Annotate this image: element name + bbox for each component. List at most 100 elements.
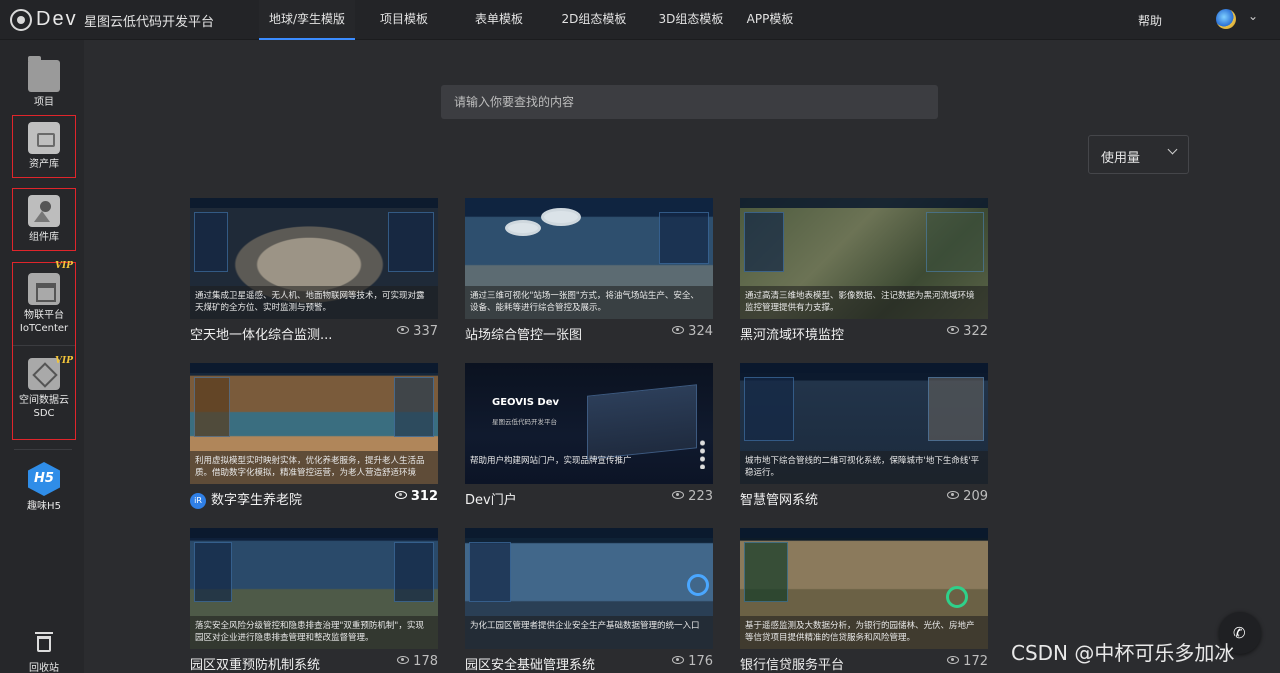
sidebar-item-label: 趣味H5 [27,501,61,512]
thumb-panel [194,542,232,602]
app-title: 星图云低代码开发平台 [84,15,215,30]
tab-3d-templates[interactable]: 3D组态模板 [643,0,739,40]
tab-app-templates[interactable]: APP模板 [739,0,801,40]
sidebar-item-iot-center[interactable]: VIP 物联平台 IoTCenter [13,261,75,335]
view-count: 209 [963,489,988,504]
card-title: 黑河流域环境监控 [740,328,845,343]
thumb-panel [394,377,434,437]
sidebar-item-label: 回收站 [29,663,59,673]
thumb-panel [394,542,434,602]
thumb-panel [928,377,984,441]
card-views: 324 [672,324,713,339]
card-description: 利用虚拟模型实时映射实体，优化养老服务，提升老人生活品质。借助数字化模拟，精准管… [190,451,438,484]
card-thumbnail: 通过高清三维地表模型、影像数据、注记数据为黑河流域环境监控管理提供有力支撑。 [740,198,988,319]
sidebar-vip-group: VIP 物联平台 IoTCenter VIP 空间数据云 SDC [12,261,76,440]
sidebar-item-projects[interactable]: 项目 [12,54,76,108]
sidebar-item-recycle-bin[interactable]: 回收站 [12,632,76,673]
vip-badge: VIP [55,356,73,366]
card-description: 落实安全风险分级管控和隐患排查治理"双重预防机制"，实现园区对企业进行隐患排查管… [190,616,438,649]
thumb-panel [744,377,794,441]
card-thumbnail: 通过三维可视化"站场一张图"方式，将油气场站生产、安全、设备、能耗等进行综合管控… [465,198,713,319]
app-logo[interactable]: Dev [10,8,78,31]
template-card[interactable]: 通过三维可视化"站场一张图"方式，将油气场站生产、安全、设备、能耗等进行综合管控… [465,198,713,343]
card-views: 178 [397,654,438,669]
card-thumbnail: 落实安全风险分级管控和隐患排查治理"双重预防机制"，实现园区对企业进行隐患排查管… [190,528,438,649]
card-description: 通过三维可视化"站场一张图"方式，将油气场站生产、安全、设备、能耗等进行综合管控… [465,286,713,319]
iot-label-cn: 物联平台 [24,310,64,321]
thumb-header [465,528,713,538]
template-card[interactable]: GEOVIS Dev 星图云低代码开发平台 帮助用户构建网站门户，实现品牌宣传推… [465,363,713,508]
sidebar-item-asset-library[interactable]: 资产库 [12,115,76,178]
tab-earth-twin[interactable]: 地球/孪生模版 [259,0,355,40]
tab-2d-templates[interactable]: 2D组态模板 [545,0,643,40]
sidebar-item-label: 资产库 [29,159,59,170]
thumb-panel [194,212,228,272]
iot-icon [28,273,60,305]
thumb-tank [505,220,541,236]
folder-icon [28,56,60,92]
card-title: Dev门户 [465,493,517,508]
thumb-panel [194,377,230,437]
card-title: 空天地一体化综合监测... [190,328,333,343]
vip-badge: VIP [55,261,73,271]
chevron-down-icon[interactable]: ⌄ [1248,9,1258,23]
template-card[interactable]: 基于遥感监测及大数据分析，为银行的园储林、光伏、房地产等信贷项目提供精准的信贷服… [740,528,988,673]
thumb-header [190,363,438,373]
sort-select[interactable]: 使用量 [1088,135,1189,174]
sidebar-item-label: 物联平台 IoTCenter [13,309,75,335]
card-thumbnail: 通过集成卫星遥感、无人机、地面物联网等技术，可实现对露天煤矿的全方位、实时监测与… [190,198,438,319]
view-count: 324 [688,324,713,339]
card-views: 172 [947,654,988,669]
tab-project-templates[interactable]: 项目模板 [355,0,453,40]
eye-icon [397,326,410,334]
card-title: 站场综合管控一张图 [465,328,583,343]
sidebar: 项目 资产库 组件库 VIP 物联平台 IoTCenter VIP 空间数据云 … [0,40,84,673]
sidebar-item-spatial-data-cloud[interactable]: VIP 空间数据云 SDC [13,356,75,420]
card-description: 帮助用户构建网站门户，实现品牌宣传推广 [470,456,632,466]
sdc-label-en: SDC [33,408,55,419]
search-input[interactable] [441,85,938,119]
thumb-panel [744,542,788,602]
card-title-text: 数字孪生养老院 [211,493,303,508]
card-views: 337 [397,324,438,339]
watermark: CSDN @中杯可乐多加冰 [1011,641,1235,665]
sdc-label-cn: 空间数据云 [19,395,69,406]
eye-icon [947,491,960,499]
component-library-icon [28,195,60,227]
card-thumbnail: 利用虚拟模型实时映射实体，优化养老服务，提升老人生活品质。借助数字化模拟，精准管… [190,363,438,484]
avatar[interactable] [1216,9,1236,29]
eye-icon [947,656,960,664]
eye-icon [672,326,685,334]
template-card[interactable]: 为化工园区管理者提供企业安全生产基础数据管理的统一入口 园区安全基础管理系统 1… [465,528,713,673]
eye-icon [394,491,407,499]
view-count: 223 [688,489,713,504]
tab-form-templates[interactable]: 表单模板 [453,0,545,40]
sidebar-item-label: 项目 [34,97,54,108]
view-count: 176 [688,654,713,669]
thumb-gauge [946,586,968,608]
thumb-header [740,363,988,373]
h5-icon: H5 [28,462,60,496]
sidebar-item-fun-h5[interactable]: H5 趣味H5 [12,462,76,522]
ir-badge: iR [190,493,206,509]
card-views: 312 [394,489,438,504]
card-description: 基于遥感监测及大数据分析，为银行的园储林、光伏、房地产等信贷项目提供精准的信贷服… [740,616,988,649]
template-card[interactable]: 城市地下综合管线的二维可视化系统，保障城市'地下生命线'平稳运行。 智慧管网系统… [740,363,988,508]
sidebar-item-component-library[interactable]: 组件库 [12,188,76,251]
thumb-gauge [687,574,709,596]
template-card[interactable]: 通过高清三维地表模型、影像数据、注记数据为黑河流域环境监控管理提供有力支撑。 黑… [740,198,988,343]
eye-icon [397,656,410,664]
thumb-header [740,528,988,538]
template-card[interactable]: 通过集成卫星遥感、无人机、地面物联网等技术，可实现对露天煤矿的全方位、实时监测与… [190,198,438,343]
view-count: 337 [413,324,438,339]
thumb-header [740,198,988,208]
eye-icon [672,656,685,664]
sort-selected-value: 使用量 [1101,151,1141,166]
eye-icon [672,491,685,499]
template-card[interactable]: 利用虚拟模型实时映射实体，优化养老服务，提升老人生活品质。借助数字化模拟，精准管… [190,363,438,509]
template-card[interactable]: 落实安全风险分级管控和隐患排查治理"双重预防机制"，实现园区对企业进行隐患排查管… [190,528,438,673]
card-views: 322 [947,324,988,339]
logo-icon [10,8,32,31]
card-title: 银行信贷服务平台 [740,658,845,673]
help-link[interactable]: 帮助 [1138,12,1162,29]
